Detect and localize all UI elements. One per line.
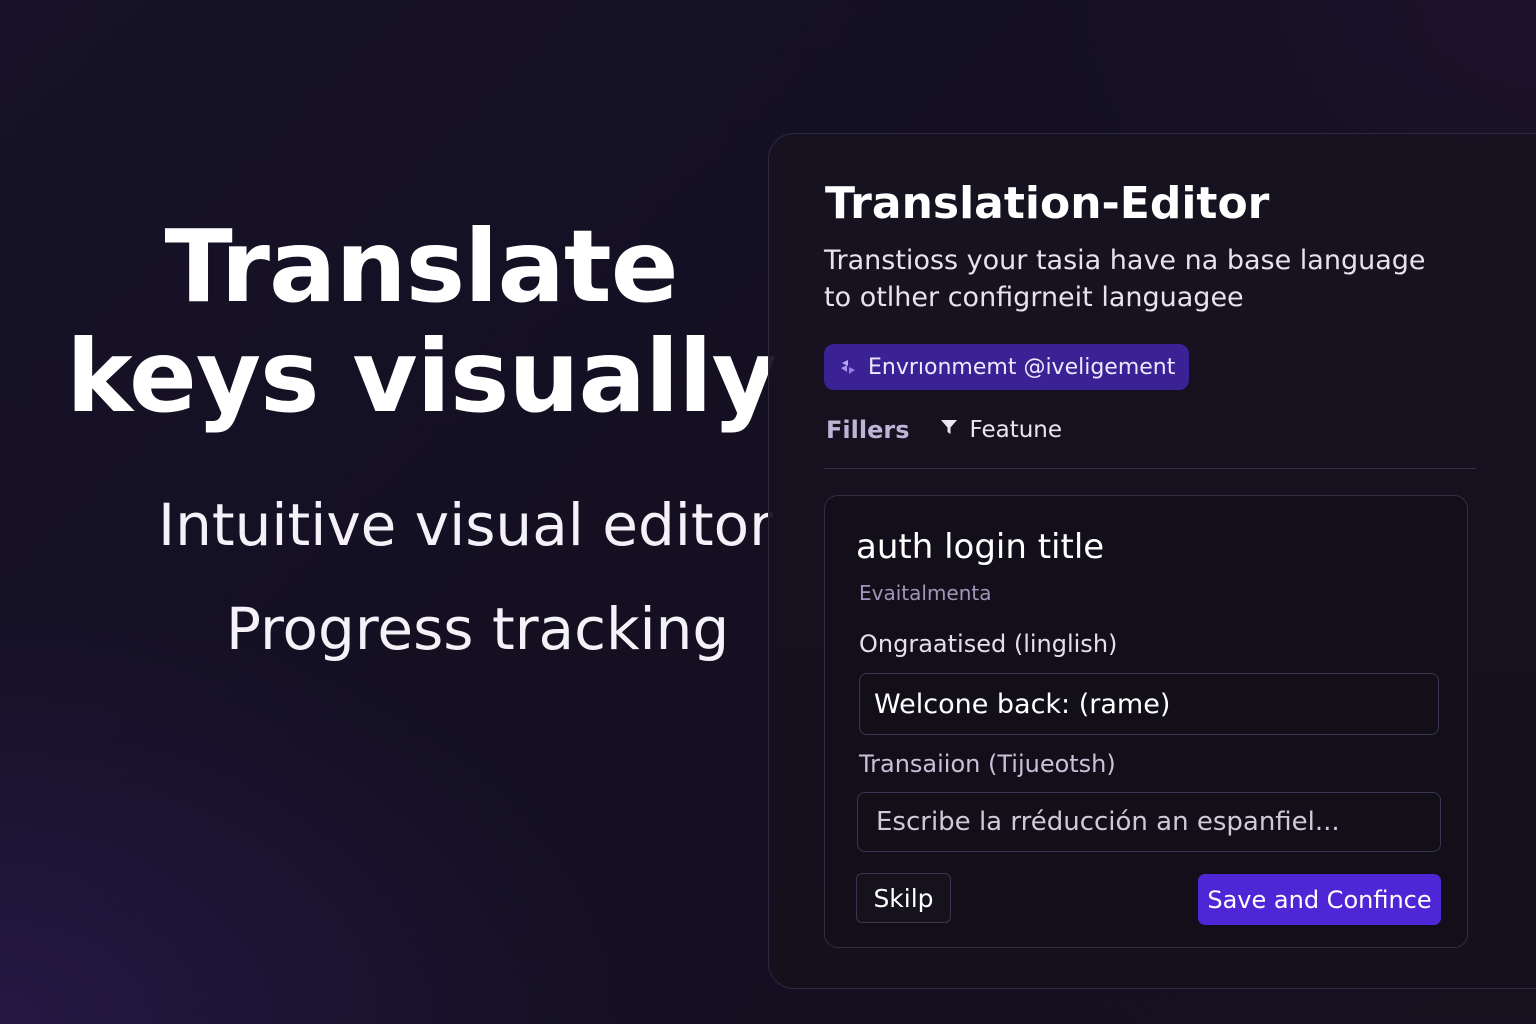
key-name: auth login title [856,527,1105,567]
environment-badge-label: Envrıonmemt @iveligement [868,354,1176,380]
filter-divider [824,468,1476,469]
feature-filter-label: Featune [969,417,1063,443]
translation-editor-panel: Translation-Editor Transtioss your tasia… [768,133,1536,989]
skip-button[interactable]: Skilp [856,873,951,923]
panel-title: Translation-Editor [825,178,1270,229]
hero-feature-progress-tracking: Progress tracking [226,595,730,663]
translation-label: Transaiion (Tijueotsh) [859,750,1116,778]
filter-bar: Fillers Featune [826,416,1062,444]
translation-input[interactable] [857,792,1441,852]
hero-section: Translate keys visually Intuitive visual… [0,0,777,1024]
hero-title-line-1: Translate [164,208,678,325]
key-tag: Evaitalmenta [859,581,992,605]
original-label: Ongraatised (linglish) [859,630,1118,658]
original-text-value: Welcone back: (rame) [874,688,1171,720]
environment-badge[interactable]: Envrıonmemt @iveligement [824,344,1190,390]
hero-title: Translate keys visually [0,212,851,432]
hero-title-line-2: keys visually [66,318,777,435]
filter-icon [939,417,959,443]
translation-key-card: auth login title Evaitalmenta Ongraatise… [824,495,1468,948]
save-and-continue-button[interactable]: Save and Confince [1198,874,1441,925]
filters-label: Fillers [826,416,910,444]
panel-description: Transtioss your tasia have na base langu… [824,245,1426,313]
feature-filter[interactable]: Featune [939,417,1062,443]
environment-icon [838,357,858,377]
hero-feature-visual-editor: Intuitive visual editor [158,491,773,559]
original-text-field: Welcone back: (rame) [859,673,1439,735]
